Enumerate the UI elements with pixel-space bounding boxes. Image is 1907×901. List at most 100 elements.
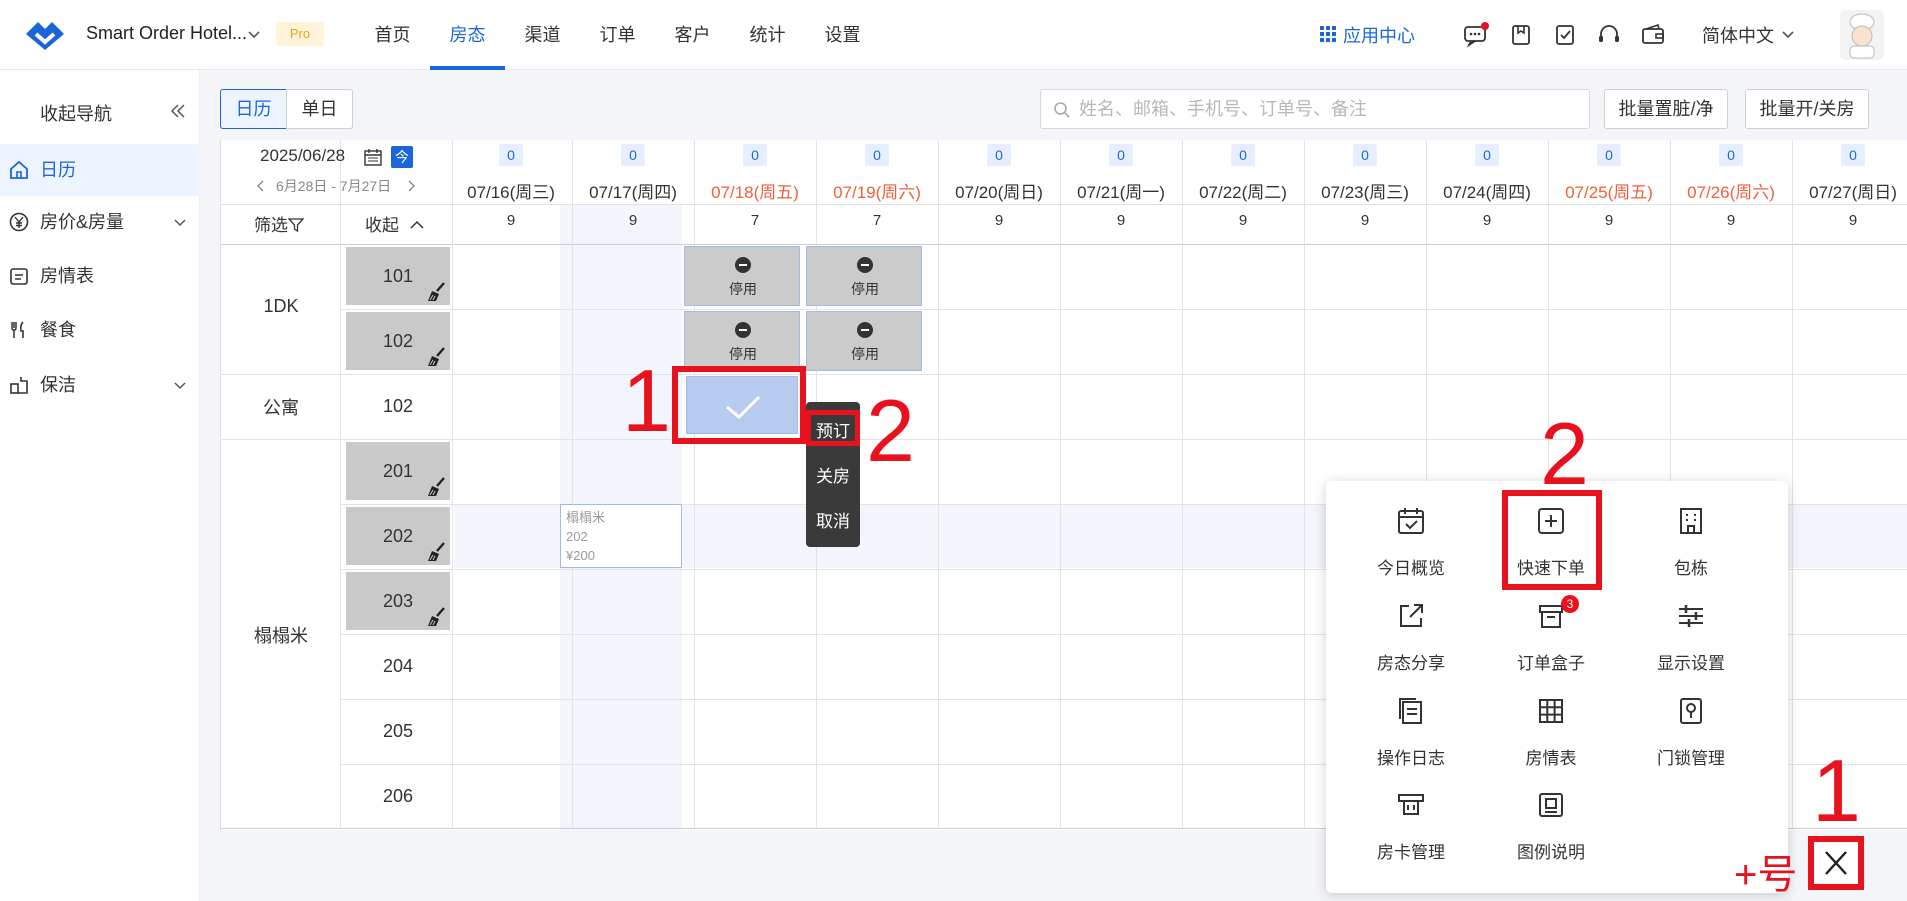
batch-dirty-clean-button[interactable]: 批量置脏/净	[1604, 89, 1728, 129]
task-check-icon[interactable]	[1552, 22, 1578, 48]
sidebar-item-calendar[interactable]: 日历	[0, 144, 200, 196]
booking-count-badge: 0	[743, 144, 767, 166]
nav-channel[interactable]: 渠道	[505, 0, 580, 70]
booking-count-badge: 0	[1353, 144, 1377, 166]
grid-line	[340, 309, 1907, 310]
disabled-cell[interactable]: 停用	[684, 311, 800, 371]
disabled-cell[interactable]: 停用	[806, 246, 922, 306]
minus-circle-icon	[857, 322, 873, 338]
today-button[interactable]: 今	[391, 146, 413, 168]
message-icon[interactable]	[1463, 22, 1489, 48]
search-input[interactable]	[1079, 90, 1579, 128]
quick-action-legend[interactable]: 图例说明	[1481, 790, 1621, 870]
room-204[interactable]: 204	[346, 637, 450, 695]
quick-action-inbox[interactable]: 3 订单盒子	[1481, 595, 1621, 681]
filter-button[interactable]: 筛选	[254, 211, 305, 236]
chevron-down-icon[interactable]	[248, 28, 260, 40]
close-panel-button[interactable]	[1808, 836, 1864, 890]
disabled-cell[interactable]: 停用	[684, 246, 800, 306]
nav-home[interactable]: 首页	[355, 0, 430, 70]
quick-action-grid[interactable]: 房情表	[1481, 696, 1621, 776]
quick-action-building[interactable]: 包栋	[1621, 506, 1761, 586]
room-101[interactable]: 101	[346, 247, 450, 305]
annotation-box	[1502, 490, 1602, 590]
menu-item-close-room[interactable]: 关房	[806, 462, 860, 487]
room-202[interactable]: 202	[346, 507, 450, 565]
quick-action-share[interactable]: 房态分享	[1341, 601, 1481, 681]
avatar[interactable]	[1840, 10, 1884, 60]
cleaning-icon	[10, 377, 28, 394]
chef-avatar-icon	[1849, 13, 1875, 59]
date-header[interactable]: 0 07/16(周三)	[450, 144, 572, 202]
chevron-left-icon[interactable]	[256, 180, 266, 192]
date-header[interactable]: 0 07/19(周六)	[816, 144, 938, 202]
annotation-number: 2	[1540, 404, 1589, 503]
chevron-right-icon[interactable]	[406, 180, 416, 192]
room-203[interactable]: 203	[346, 572, 450, 630]
disabled-cell[interactable]: 停用	[806, 311, 922, 371]
date-header[interactable]: 0 07/18(周五)	[694, 144, 816, 202]
room-number: 203	[382, 591, 414, 611]
available-count: 7	[872, 212, 882, 229]
sidebar-item-cleaning[interactable]: 保洁	[0, 359, 200, 411]
grid-line	[220, 374, 1907, 375]
logo-icon[interactable]	[22, 14, 68, 54]
date-header[interactable]: 0 07/23(周三)	[1304, 144, 1426, 202]
annotation-number: 1	[622, 351, 671, 450]
view-single-day-toggle[interactable]: 单日	[286, 89, 353, 129]
room-201[interactable]: 201	[346, 442, 450, 500]
date-header[interactable]: 0 07/20(周日)	[938, 144, 1060, 202]
minus-circle-icon	[857, 257, 873, 273]
available-count: 9	[1238, 212, 1248, 229]
room-number: 102	[382, 331, 414, 351]
date-header[interactable]: 0 07/17(周四)	[572, 144, 694, 202]
date-header[interactable]: 0 07/27(周日)	[1792, 144, 1907, 202]
language-selector[interactable]: 简体中文	[1702, 22, 1774, 48]
notebook-icon[interactable]	[1508, 22, 1534, 48]
wallet-icon[interactable]	[1640, 22, 1666, 48]
app-grid-icon[interactable]	[1320, 26, 1336, 42]
sidebar-item-meals[interactable]: 餐食	[0, 304, 200, 356]
quick-action-calendar-check[interactable]: 今日概览	[1341, 506, 1481, 586]
date-header[interactable]: 0 07/22(周二)	[1182, 144, 1304, 202]
quick-action-document[interactable]: 操作日志	[1341, 696, 1481, 776]
date-label: 07/16(周三)	[467, 183, 555, 202]
calendar-icon[interactable]	[364, 148, 382, 166]
room-102[interactable]: 102	[346, 312, 450, 370]
sidebar-item-label: 房价&房量	[40, 212, 125, 232]
annotation-number: 1	[1812, 741, 1861, 840]
current-date[interactable]: 2025/06/28	[260, 146, 345, 166]
nav-customers[interactable]: 客户	[655, 0, 730, 70]
app-center-link[interactable]: 应用中心	[1343, 22, 1415, 48]
fold-button[interactable]: 收起	[365, 211, 424, 236]
batch-open-close-button[interactable]: 批量开/关房	[1745, 89, 1869, 129]
menu-item-cancel[interactable]: 取消	[806, 507, 860, 532]
fork-knife-icon	[11, 321, 24, 338]
nav-statistics[interactable]: 统计	[730, 0, 805, 70]
room-205[interactable]: 205	[346, 702, 450, 760]
nav-room-status[interactable]: 房态	[430, 0, 505, 70]
available-count: 9	[1726, 212, 1736, 229]
date-header[interactable]: 0 07/24(周四)	[1426, 144, 1548, 202]
quick-action-card[interactable]: 房卡管理	[1341, 790, 1481, 870]
sidebar-item-room-report[interactable]: 房情表	[0, 250, 200, 302]
room-102[interactable]: 102	[346, 377, 450, 435]
sidebar-item-rates[interactable]: 房价&房量	[0, 196, 200, 248]
view-calendar-toggle[interactable]: 日历	[220, 89, 287, 129]
quick-action-label: 房卡管理	[1377, 843, 1445, 862]
collapse-double-left-icon[interactable]	[170, 103, 186, 119]
chevron-down-icon[interactable]	[1782, 28, 1794, 40]
date-label: 07/27(周日)	[1809, 183, 1897, 202]
date-header[interactable]: 0 07/26(周六)	[1670, 144, 1792, 202]
nav-settings[interactable]: 设置	[805, 0, 880, 70]
quick-action-lock[interactable]: 门锁管理	[1621, 696, 1761, 776]
nav-orders[interactable]: 订单	[580, 0, 655, 70]
search-box[interactable]	[1040, 89, 1590, 129]
room-206[interactable]: 206	[346, 767, 450, 825]
hotel-name[interactable]: Smart Order Hotel...	[86, 23, 247, 44]
headset-icon[interactable]	[1596, 22, 1622, 48]
date-header[interactable]: 0 07/21(周一)	[1060, 144, 1182, 202]
quick-action-sliders[interactable]: 显示设置	[1621, 601, 1761, 681]
date-header[interactable]: 0 07/25(周五)	[1548, 144, 1670, 202]
booking-card[interactable]: 榻榻米 202 ¥200	[560, 504, 682, 568]
